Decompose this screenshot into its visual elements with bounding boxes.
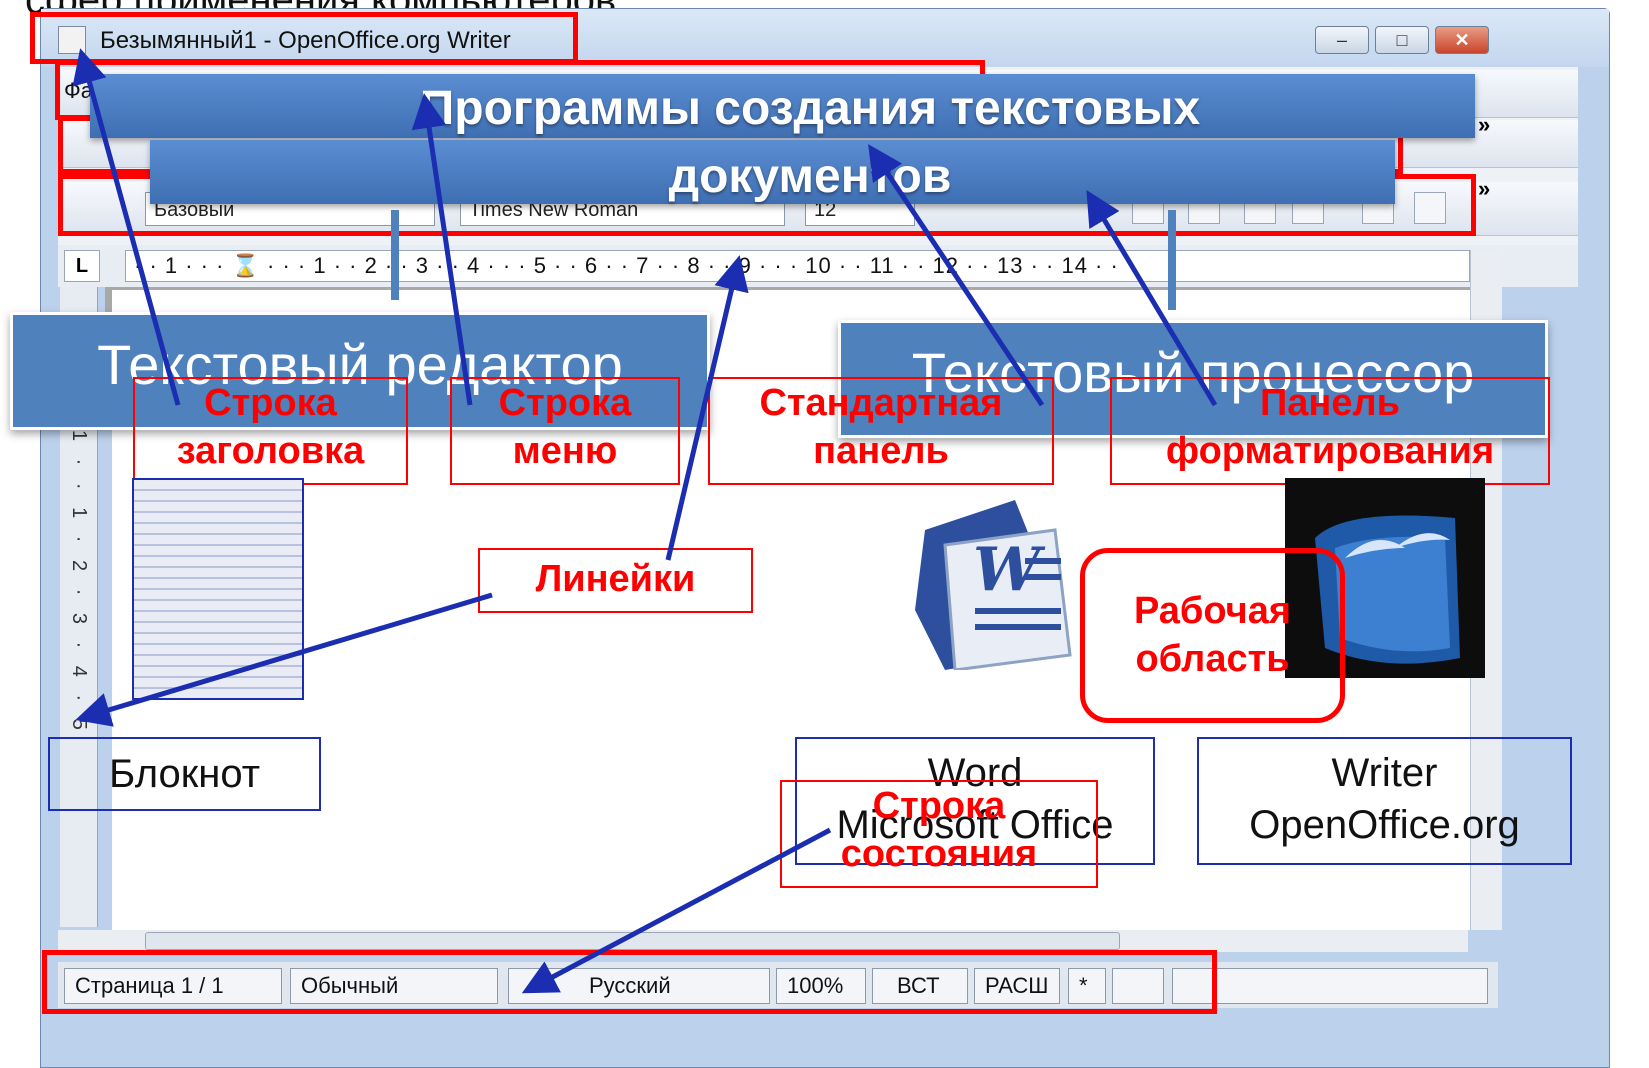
standard-panel-label-2: панель xyxy=(813,430,949,472)
format-toolbar-overflow-icon[interactable]: » xyxy=(1478,176,1490,202)
horizontal-ruler[interactable]: · · 1 · · · ⌛ · · · 1 · · 2 · · 3 · · 4 … xyxy=(125,250,1470,282)
status-info xyxy=(1172,968,1488,1004)
slide-heading-line2: документов xyxy=(668,150,952,203)
notepad-label-box: Блокнот xyxy=(48,737,321,811)
horizontal-scroll-thumb[interactable] xyxy=(145,932,1120,950)
format-panel-label-2: форматирования xyxy=(1165,430,1495,472)
title-bar-label-1: Строка xyxy=(204,382,337,424)
slide-heading-line1: Программы создания текстовых xyxy=(419,82,1201,135)
standard-panel-label-1: Стандартная xyxy=(759,382,1003,424)
status-bar-label-1: Строка xyxy=(872,785,1006,827)
status-bar-label-box: Строка состояния xyxy=(780,780,1098,888)
toolbar-overflow-icon[interactable]: » xyxy=(1478,112,1490,138)
standard-panel-label-box: Стандартная панель xyxy=(708,377,1054,485)
writer-label-1: Writer xyxy=(1331,751,1438,795)
notepad-label: Блокнот xyxy=(108,752,261,796)
minimize-button[interactable]: – xyxy=(1315,26,1369,54)
notepad-icon xyxy=(132,478,304,700)
rulers-label: Линейки xyxy=(535,558,696,600)
format-panel-label-box: Панель форматирования xyxy=(1110,377,1550,485)
close-button[interactable]: ✕ xyxy=(1435,26,1489,54)
title-bar-highlight xyxy=(30,12,578,64)
tab-stop-icon[interactable]: L xyxy=(64,250,100,282)
work-area-label-1: Рабочая xyxy=(1133,590,1292,632)
menu-bar-label-2: меню xyxy=(512,430,618,472)
maximize-button[interactable]: □ xyxy=(1375,26,1429,54)
title-bar-label-2: заголовка xyxy=(176,430,365,472)
rulers-label-box: Линейки xyxy=(478,548,753,613)
status-bar-label-2: состояния xyxy=(840,833,1038,875)
menu-bar-label-box: Строка меню xyxy=(450,377,680,485)
vertical-ruler-scale: 1 · · 1 · 2 · 3 · 4 · 5 xyxy=(68,430,90,736)
writer-label-2: OpenOffice.org xyxy=(1249,803,1520,847)
writer-label-box: Writer OpenOffice.org xyxy=(1197,737,1572,865)
work-area-label-2: область xyxy=(1135,638,1290,680)
status-bar-highlight xyxy=(42,950,1217,1014)
word-icon: W xyxy=(905,490,1085,672)
format-panel-label-1: Панель xyxy=(1259,382,1401,424)
svg-text:W: W xyxy=(973,535,1046,605)
menu-bar-label-1: Строка xyxy=(498,382,632,424)
work-area-label-box: Рабочая область xyxy=(1080,548,1345,723)
title-bar-label-box: Строка заголовка xyxy=(133,377,408,485)
